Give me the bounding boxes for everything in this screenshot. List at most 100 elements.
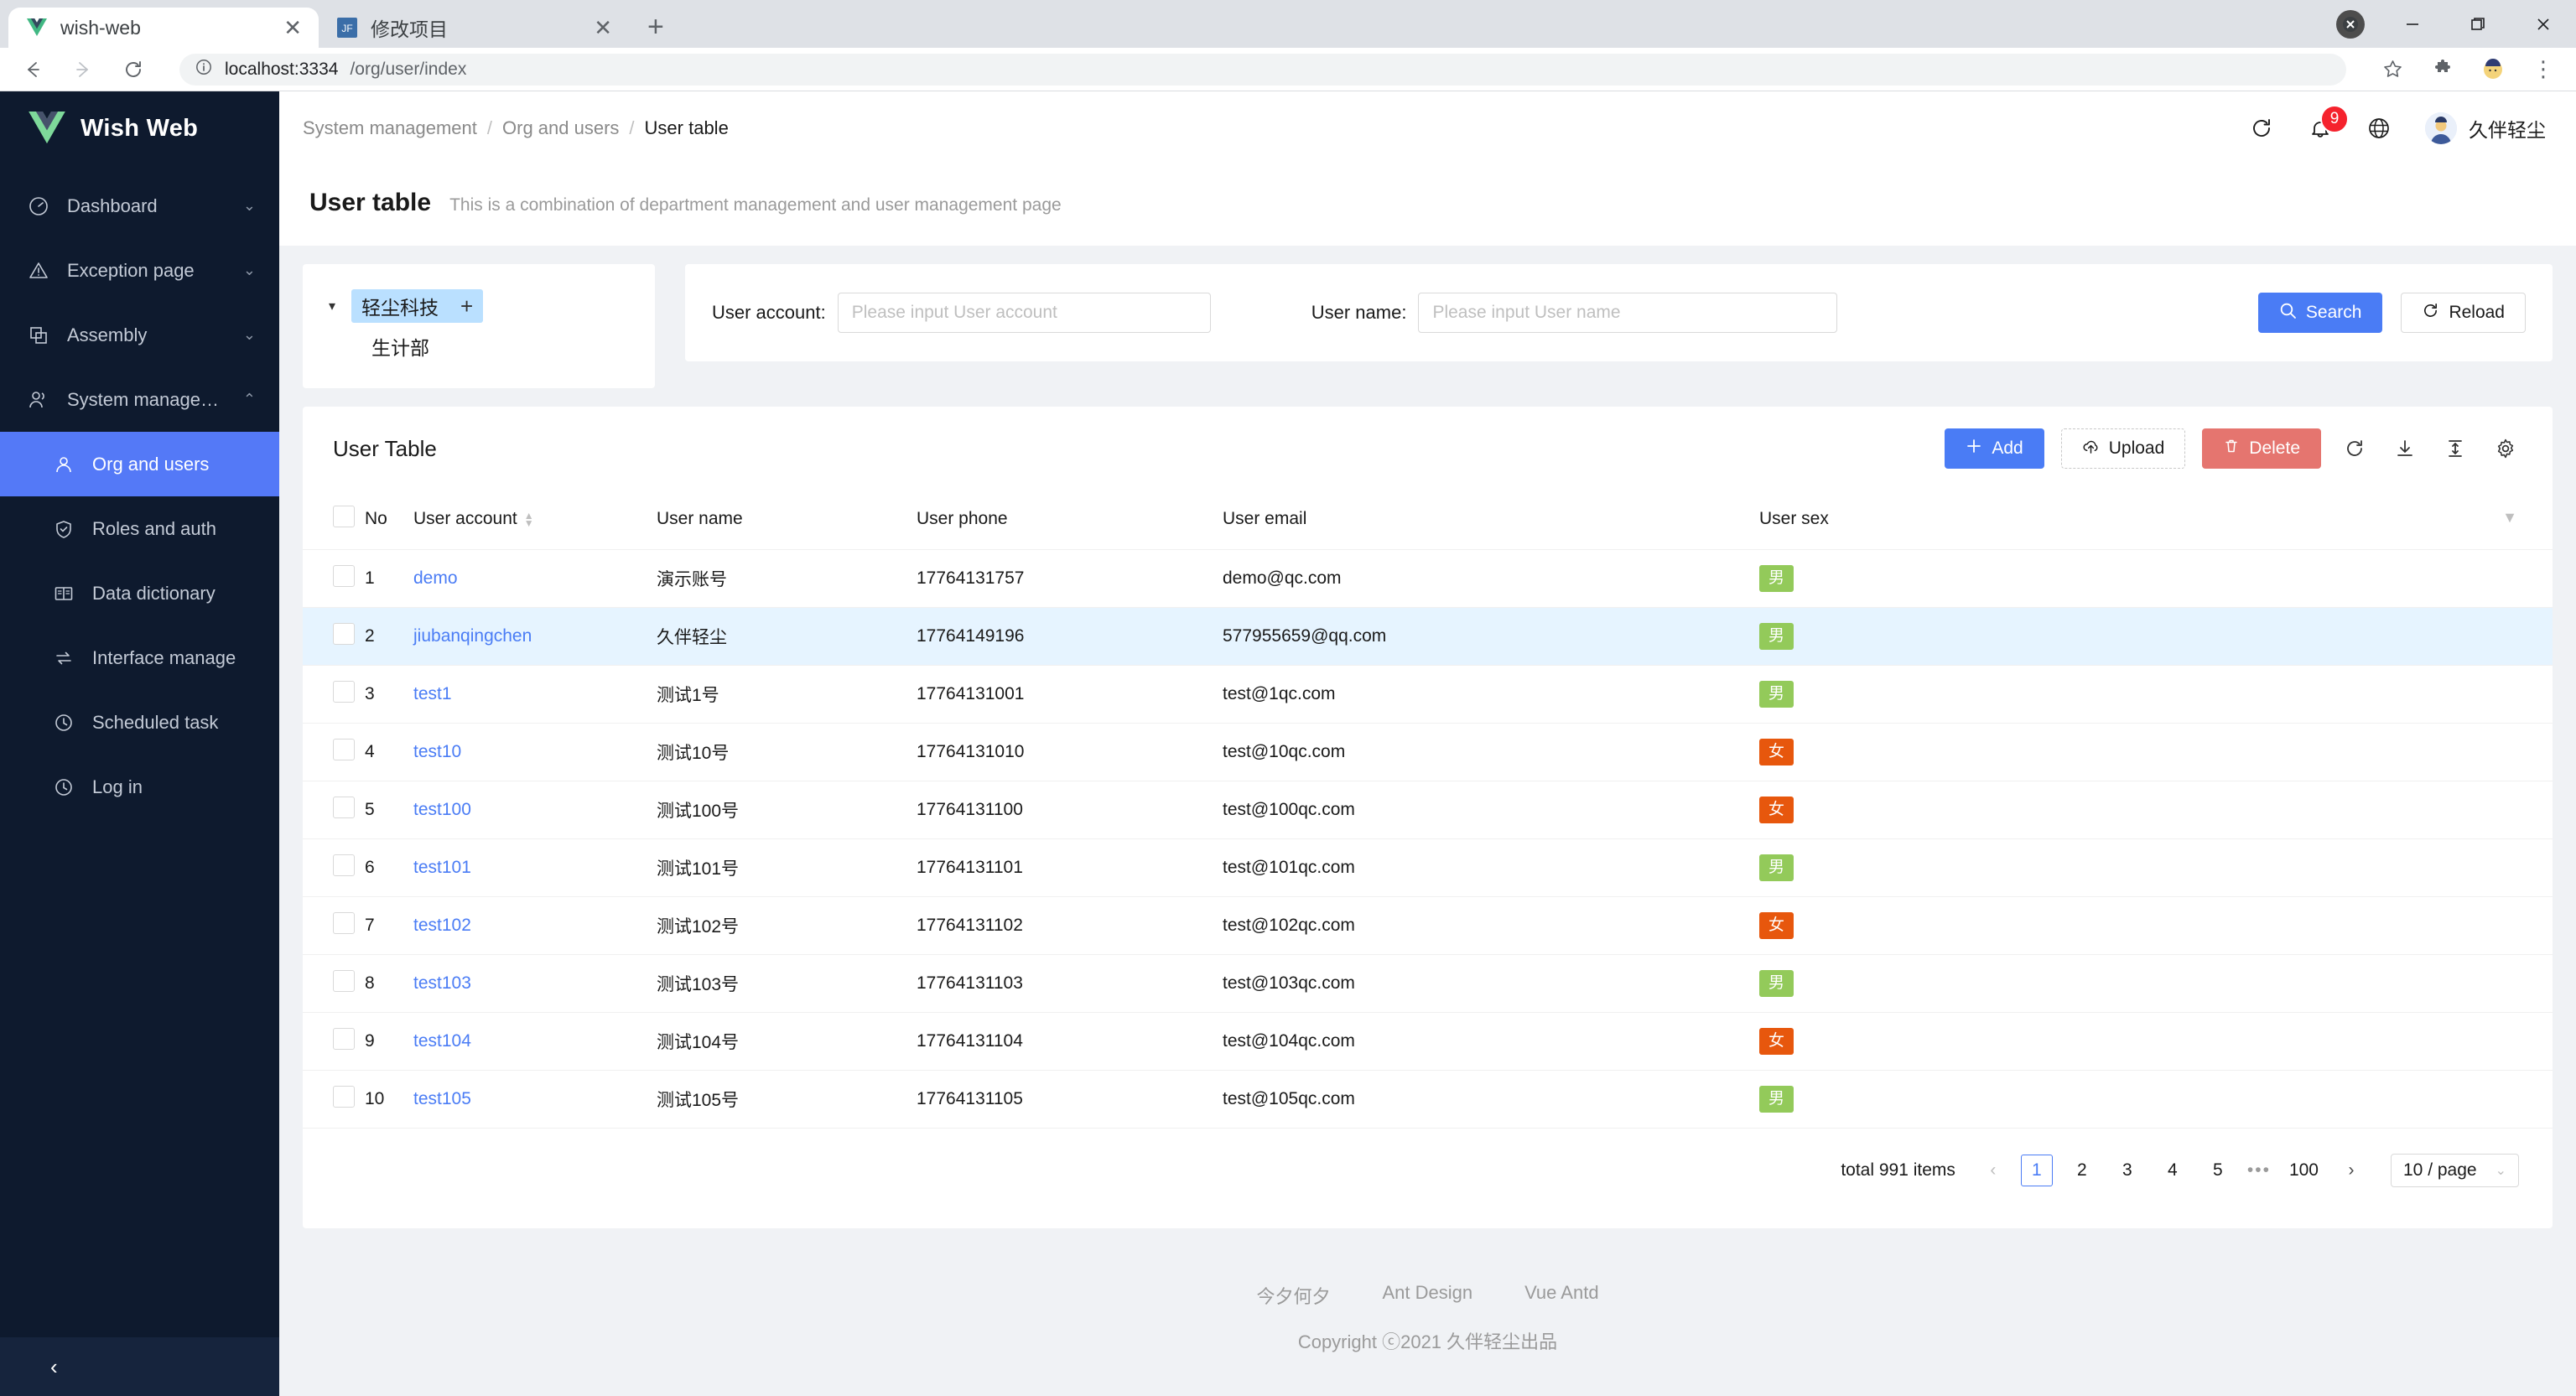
table-row[interactable]: 5 test100 测试100号 17764131100 test@100qc.com 女 bbox=[303, 781, 2553, 839]
search-button[interactable]: Search bbox=[2257, 293, 2383, 333]
pagination-page-5[interactable]: 5 bbox=[2202, 1155, 2234, 1186]
bell-icon[interactable]: 9 bbox=[2308, 105, 2349, 141]
browser-tab-xiugai[interactable]: JF 修改项目 ✕ bbox=[319, 8, 629, 48]
browser-reload-icon[interactable] bbox=[119, 55, 148, 84]
sidebar-item-exception-page[interactable]: Exception page ⌄ bbox=[0, 238, 279, 303]
sidebar-item-log-in[interactable]: Log in bbox=[0, 755, 279, 819]
pagination-page-2[interactable]: 2 bbox=[2066, 1155, 2098, 1186]
sidebar-item-dashboard[interactable]: Dashboard ⌄ bbox=[0, 174, 279, 238]
table-row[interactable]: 2 jiubanqingchen 久伴轻尘 17764149196 577955659@… bbox=[303, 607, 2553, 666]
pagination-next-button[interactable]: › bbox=[2337, 1160, 2366, 1181]
user-account-link[interactable]: test1 bbox=[413, 684, 452, 703]
row-checkbox[interactable] bbox=[333, 970, 355, 992]
back-icon[interactable] bbox=[18, 55, 47, 84]
reload-button[interactable]: Reload bbox=[2401, 293, 2526, 333]
user-account-link[interactable]: test103 bbox=[413, 973, 471, 993]
footer-link[interactable]: Vue Antd bbox=[1524, 1282, 1598, 1309]
cell-user-account[interactable]: test10 bbox=[413, 723, 657, 781]
window-minimize-button[interactable] bbox=[2380, 0, 2445, 48]
cell-user-account[interactable]: test1 bbox=[413, 665, 657, 724]
sort-icon[interactable]: ▲ ▼ bbox=[524, 511, 534, 528]
cell-user-account[interactable]: test103 bbox=[413, 954, 657, 1013]
user-account-link[interactable]: test101 bbox=[413, 858, 471, 877]
footer-link[interactable]: 今夕何夕 bbox=[1256, 1282, 1330, 1309]
sidebar-item-system-management[interactable]: System managem... ⌃ bbox=[0, 367, 279, 432]
column-header-user-account[interactable]: User account ▲ ▼ bbox=[413, 489, 657, 550]
user-account-link[interactable]: test104 bbox=[413, 1031, 471, 1051]
row-checkbox[interactable] bbox=[333, 739, 355, 760]
cell-user-account[interactable]: test105 bbox=[413, 1070, 657, 1129]
browser-tab-wish-web[interactable]: wish-web ✕ bbox=[8, 8, 319, 48]
breadcrumb-item[interactable]: System management bbox=[303, 117, 477, 139]
window-close-button[interactable] bbox=[2511, 0, 2576, 48]
filter-icon[interactable]: ▼ bbox=[2502, 509, 2517, 527]
sidebar-item-data-dictionary[interactable]: Data dictionary bbox=[0, 561, 279, 625]
user-name-input[interactable] bbox=[1418, 293, 1838, 333]
sidebar-item-org-and-users[interactable]: Org and users bbox=[0, 432, 279, 496]
row-checkbox[interactable] bbox=[333, 1028, 355, 1050]
user-account-link[interactable]: test105 bbox=[413, 1089, 471, 1108]
table-row[interactable]: 10 test105 测试105号 17764131105 test@105qc.com… bbox=[303, 1070, 2553, 1129]
cell-user-account[interactable]: jiubanqingchen bbox=[413, 607, 657, 666]
table-row[interactable]: 1 demo 演示账号 17764131757 demo@qc.com 男 bbox=[303, 549, 2553, 608]
table-row[interactable]: 8 test103 测试103号 17764131103 test@103qc.com 男 bbox=[303, 954, 2553, 1013]
tree-child-node[interactable]: 生计部 bbox=[321, 326, 636, 366]
row-checkbox[interactable] bbox=[333, 912, 355, 934]
cell-user-account[interactable]: test104 bbox=[413, 1012, 657, 1071]
table-row[interactable]: 9 test104 测试104号 17764131104 test@104qc.com 女 bbox=[303, 1012, 2553, 1071]
close-icon[interactable]: ✕ bbox=[283, 17, 302, 39]
table-row[interactable]: 7 test102 测试102号 17764131102 test@102qc.com 女 bbox=[303, 896, 2553, 955]
pagination-last-page[interactable]: 100 bbox=[2284, 1155, 2324, 1186]
cell-user-account[interactable]: demo bbox=[413, 549, 657, 608]
upload-button[interactable]: Upload bbox=[2060, 428, 2186, 469]
user-account-input[interactable] bbox=[837, 293, 1211, 333]
table-row[interactable]: 6 test101 测试101号 17764131101 test@101qc.com 男 bbox=[303, 838, 2553, 897]
sidebar-item-roles-and-auth[interactable]: Roles and auth bbox=[0, 496, 279, 561]
select-all-checkbox[interactable] bbox=[333, 506, 355, 527]
new-tab-button[interactable]: + bbox=[647, 13, 664, 41]
pagination-page-1[interactable]: 1 bbox=[2020, 1155, 2053, 1186]
cell-user-account[interactable]: test100 bbox=[413, 781, 657, 839]
globe-icon[interactable] bbox=[2366, 116, 2392, 141]
cell-user-account[interactable]: test102 bbox=[413, 896, 657, 955]
user-account-link[interactable]: test100 bbox=[413, 800, 471, 819]
user-account-link[interactable]: jiubanqingchen bbox=[413, 626, 532, 646]
page-size-select[interactable]: 10 / page ⌄ bbox=[2391, 1154, 2519, 1187]
row-checkbox[interactable] bbox=[333, 681, 355, 703]
window-maximize-button[interactable] bbox=[2445, 0, 2511, 48]
bookmark-star-icon[interactable] bbox=[2378, 55, 2407, 84]
row-checkbox[interactable] bbox=[333, 623, 355, 645]
table-row[interactable]: 3 test1 测试1号 17764131001 test@1qc.com 男 bbox=[303, 665, 2553, 724]
delete-button[interactable]: Delete bbox=[2202, 428, 2321, 469]
browser-profile-avatar-icon[interactable] bbox=[2479, 55, 2507, 84]
row-checkbox[interactable] bbox=[333, 797, 355, 818]
user-account-link[interactable]: demo bbox=[413, 568, 458, 588]
add-department-icon[interactable]: + bbox=[460, 293, 473, 319]
add-button[interactable]: Add bbox=[1945, 428, 2044, 469]
sidebar-item-scheduled-task[interactable]: Scheduled task bbox=[0, 690, 279, 755]
browser-menu-icon[interactable]: ⋮ bbox=[2529, 55, 2558, 84]
cell-user-account[interactable]: test101 bbox=[413, 838, 657, 897]
row-checkbox[interactable] bbox=[333, 1086, 355, 1108]
row-checkbox[interactable] bbox=[333, 565, 355, 587]
pagination-prev-button[interactable]: ‹ bbox=[1979, 1160, 2007, 1181]
user-account-link[interactable]: test10 bbox=[413, 742, 461, 761]
user-menu[interactable]: 久伴轻尘 bbox=[2425, 112, 2546, 144]
breadcrumb-item[interactable]: Org and users bbox=[502, 117, 619, 139]
reload-icon[interactable] bbox=[2249, 116, 2274, 141]
caret-down-icon[interactable]: ▾ bbox=[321, 298, 343, 314]
tree-node-label-wrap[interactable]: 轻尘科技 + bbox=[351, 289, 484, 323]
table-row[interactable]: 4 test10 测试10号 17764131010 test@10qc.com 女 bbox=[303, 723, 2553, 781]
brand[interactable]: Wish Web bbox=[0, 91, 279, 165]
sidebar-item-assembly[interactable]: Assembly ⌄ bbox=[0, 303, 279, 367]
sidebar-collapse-button[interactable]: ‹ bbox=[0, 1337, 279, 1396]
reload-icon[interactable] bbox=[2338, 432, 2371, 465]
address-bar[interactable]: localhost:3334/org/user/index bbox=[179, 53, 2346, 86]
pagination-page-3[interactable]: 3 bbox=[2111, 1155, 2143, 1186]
close-icon[interactable]: ✕ bbox=[594, 17, 612, 39]
column-height-icon[interactable] bbox=[2438, 432, 2472, 465]
sidebar-item-interface-manage[interactable]: Interface manage bbox=[0, 625, 279, 690]
download-icon[interactable] bbox=[2388, 432, 2422, 465]
info-icon[interactable] bbox=[195, 58, 213, 81]
tree-root-node[interactable]: ▾ 轻尘科技 + bbox=[321, 286, 636, 326]
